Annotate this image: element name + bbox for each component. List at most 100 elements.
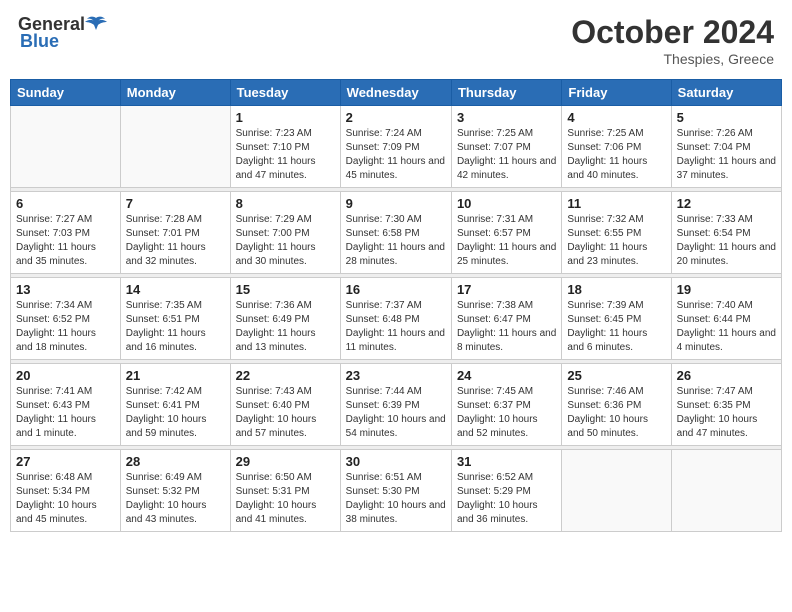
calendar-cell: 28 Sunrise: 6:49 AM Sunset: 5:32 PM Dayli… bbox=[120, 450, 230, 532]
day-number: 27 bbox=[16, 454, 115, 469]
calendar-week-row: 1 Sunrise: 7:23 AM Sunset: 7:10 PM Daylig… bbox=[11, 106, 782, 188]
logo-bird-icon bbox=[85, 16, 107, 34]
day-info: Sunrise: 7:45 AM Sunset: 6:37 PM Dayligh… bbox=[457, 385, 556, 441]
calendar-cell: 31Sunrise: 6:52 AM Sunset: 5:29 PM Dayli… bbox=[451, 450, 561, 532]
day-number: 4 bbox=[567, 110, 665, 125]
calendar-cell: 2 Sunrise: 7:24 AM Sunset: 7:09 PM Daylig… bbox=[340, 106, 451, 188]
day-info: Sunrise: 7:40 AM Sunset: 6:44 PM Dayligh… bbox=[677, 299, 776, 355]
weekday-header: Wednesday bbox=[340, 80, 451, 106]
calendar-cell: 16 Sunrise: 7:37 AM Sunset: 6:48 PM Dayli… bbox=[340, 278, 451, 360]
calendar-cell bbox=[562, 450, 671, 532]
calendar-cell: 19Sunrise: 7:40 AM Sunset: 6:44 PM Dayli… bbox=[671, 278, 781, 360]
day-number: 10 bbox=[457, 196, 556, 211]
calendar-cell: 4 Sunrise: 7:25 AM Sunset: 7:06 PM Daylig… bbox=[562, 106, 671, 188]
weekday-header: Thursday bbox=[451, 80, 561, 106]
day-number: 12 bbox=[677, 196, 776, 211]
day-number: 26 bbox=[677, 368, 776, 383]
day-info: Sunrise: 7:32 AM Sunset: 6:55 PM Dayligh… bbox=[567, 213, 665, 269]
day-number: 9 bbox=[346, 196, 446, 211]
day-info: Sunrise: 6:52 AM Sunset: 5:29 PM Dayligh… bbox=[457, 471, 556, 527]
calendar-cell: 29Sunrise: 6:50 AM Sunset: 5:31 PM Dayli… bbox=[230, 450, 340, 532]
calendar-cell: 11 Sunrise: 7:32 AM Sunset: 6:55 PM Dayli… bbox=[562, 192, 671, 274]
calendar-cell: 15Sunrise: 7:36 AM Sunset: 6:49 PM Dayli… bbox=[230, 278, 340, 360]
day-number: 23 bbox=[346, 368, 446, 383]
day-info: Sunrise: 7:30 AM Sunset: 6:58 PM Dayligh… bbox=[346, 213, 446, 269]
month-year: October 2024 bbox=[571, 14, 774, 51]
title-block: October 2024 Thespies, Greece bbox=[571, 14, 774, 67]
day-info: Sunrise: 6:48 AM Sunset: 5:34 PM Dayligh… bbox=[16, 471, 115, 527]
day-info: Sunrise: 7:43 AM Sunset: 6:40 PM Dayligh… bbox=[236, 385, 335, 441]
day-number: 7 bbox=[126, 196, 225, 211]
calendar-cell: 26 Sunrise: 7:47 AM Sunset: 6:35 PM Dayli… bbox=[671, 364, 781, 446]
weekday-header-row: SundayMondayTuesdayWednesdayThursdayFrid… bbox=[11, 80, 782, 106]
day-info: Sunrise: 7:23 AM Sunset: 7:10 PM Dayligh… bbox=[236, 127, 335, 183]
day-info: Sunrise: 7:34 AM Sunset: 6:52 PM Dayligh… bbox=[16, 299, 115, 355]
location: Thespies, Greece bbox=[571, 51, 774, 67]
day-number: 11 bbox=[567, 196, 665, 211]
calendar-week-row: 13 Sunrise: 7:34 AM Sunset: 6:52 PM Dayli… bbox=[11, 278, 782, 360]
day-number: 24 bbox=[457, 368, 556, 383]
calendar-cell: 23 Sunrise: 7:44 AM Sunset: 6:39 PM Dayli… bbox=[340, 364, 451, 446]
day-number: 16 bbox=[346, 282, 446, 297]
day-number: 18 bbox=[567, 282, 665, 297]
day-number: 20 bbox=[16, 368, 115, 383]
day-number: 21 bbox=[126, 368, 225, 383]
day-info: Sunrise: 6:49 AM Sunset: 5:32 PM Dayligh… bbox=[126, 471, 225, 527]
calendar-cell: 25 Sunrise: 7:46 AM Sunset: 6:36 PM Dayli… bbox=[562, 364, 671, 446]
day-number: 5 bbox=[677, 110, 776, 125]
day-number: 2 bbox=[346, 110, 446, 125]
day-number: 13 bbox=[16, 282, 115, 297]
day-info: Sunrise: 6:51 AM Sunset: 5:30 PM Dayligh… bbox=[346, 471, 446, 527]
logo: General Blue bbox=[18, 14, 107, 52]
day-number: 3 bbox=[457, 110, 556, 125]
day-info: Sunrise: 7:38 AM Sunset: 6:47 PM Dayligh… bbox=[457, 299, 556, 355]
day-number: 15 bbox=[236, 282, 335, 297]
day-number: 17 bbox=[457, 282, 556, 297]
weekday-header: Tuesday bbox=[230, 80, 340, 106]
calendar-cell: 24 Sunrise: 7:45 AM Sunset: 6:37 PM Dayli… bbox=[451, 364, 561, 446]
calendar-cell: 20 Sunrise: 7:41 AM Sunset: 6:43 PM Dayli… bbox=[11, 364, 121, 446]
day-info: Sunrise: 7:28 AM Sunset: 7:01 PM Dayligh… bbox=[126, 213, 225, 269]
day-info: Sunrise: 7:41 AM Sunset: 6:43 PM Dayligh… bbox=[16, 385, 115, 441]
day-number: 30 bbox=[346, 454, 446, 469]
calendar-cell bbox=[11, 106, 121, 188]
day-number: 25 bbox=[567, 368, 665, 383]
day-info: Sunrise: 6:50 AM Sunset: 5:31 PM Dayligh… bbox=[236, 471, 335, 527]
day-info: Sunrise: 7:33 AM Sunset: 6:54 PM Dayligh… bbox=[677, 213, 776, 269]
day-info: Sunrise: 7:46 AM Sunset: 6:36 PM Dayligh… bbox=[567, 385, 665, 441]
calendar-cell: 6 Sunrise: 7:27 AM Sunset: 7:03 PM Daylig… bbox=[11, 192, 121, 274]
calendar-cell: 27 Sunrise: 6:48 AM Sunset: 5:34 PM Dayli… bbox=[11, 450, 121, 532]
day-info: Sunrise: 7:39 AM Sunset: 6:45 PM Dayligh… bbox=[567, 299, 665, 355]
day-info: Sunrise: 7:37 AM Sunset: 6:48 PM Dayligh… bbox=[346, 299, 446, 355]
calendar-table: SundayMondayTuesdayWednesdayThursdayFrid… bbox=[10, 79, 782, 532]
calendar-cell: 21Sunrise: 7:42 AM Sunset: 6:41 PM Dayli… bbox=[120, 364, 230, 446]
day-info: Sunrise: 7:25 AM Sunset: 7:07 PM Dayligh… bbox=[457, 127, 556, 183]
weekday-header: Saturday bbox=[671, 80, 781, 106]
day-info: Sunrise: 7:44 AM Sunset: 6:39 PM Dayligh… bbox=[346, 385, 446, 441]
calendar-cell bbox=[120, 106, 230, 188]
page-header: General Blue October 2024 Thespies, Gree… bbox=[10, 10, 782, 71]
day-info: Sunrise: 7:35 AM Sunset: 6:51 PM Dayligh… bbox=[126, 299, 225, 355]
day-info: Sunrise: 7:24 AM Sunset: 7:09 PM Dayligh… bbox=[346, 127, 446, 183]
day-number: 28 bbox=[126, 454, 225, 469]
calendar-cell: 18 Sunrise: 7:39 AM Sunset: 6:45 PM Dayli… bbox=[562, 278, 671, 360]
calendar-cell: 7 Sunrise: 7:28 AM Sunset: 7:01 PM Daylig… bbox=[120, 192, 230, 274]
weekday-header: Monday bbox=[120, 80, 230, 106]
day-info: Sunrise: 7:26 AM Sunset: 7:04 PM Dayligh… bbox=[677, 127, 776, 183]
day-info: Sunrise: 7:27 AM Sunset: 7:03 PM Dayligh… bbox=[16, 213, 115, 269]
calendar-cell: 13 Sunrise: 7:34 AM Sunset: 6:52 PM Dayli… bbox=[11, 278, 121, 360]
day-info: Sunrise: 7:47 AM Sunset: 6:35 PM Dayligh… bbox=[677, 385, 776, 441]
calendar-week-row: 6 Sunrise: 7:27 AM Sunset: 7:03 PM Daylig… bbox=[11, 192, 782, 274]
calendar-week-row: 20 Sunrise: 7:41 AM Sunset: 6:43 PM Dayli… bbox=[11, 364, 782, 446]
calendar-cell: 12 Sunrise: 7:33 AM Sunset: 6:54 PM Dayli… bbox=[671, 192, 781, 274]
weekday-header: Sunday bbox=[11, 80, 121, 106]
calendar-cell: 30 Sunrise: 6:51 AM Sunset: 5:30 PM Dayli… bbox=[340, 450, 451, 532]
day-info: Sunrise: 7:25 AM Sunset: 7:06 PM Dayligh… bbox=[567, 127, 665, 183]
calendar-cell: 9 Sunrise: 7:30 AM Sunset: 6:58 PM Daylig… bbox=[340, 192, 451, 274]
day-number: 1 bbox=[236, 110, 335, 125]
calendar-cell: 3 Sunrise: 7:25 AM Sunset: 7:07 PM Daylig… bbox=[451, 106, 561, 188]
day-info: Sunrise: 7:31 AM Sunset: 6:57 PM Dayligh… bbox=[457, 213, 556, 269]
calendar-cell: 5 Sunrise: 7:26 AM Sunset: 7:04 PM Daylig… bbox=[671, 106, 781, 188]
day-info: Sunrise: 7:29 AM Sunset: 7:00 PM Dayligh… bbox=[236, 213, 335, 269]
day-number: 6 bbox=[16, 196, 115, 211]
